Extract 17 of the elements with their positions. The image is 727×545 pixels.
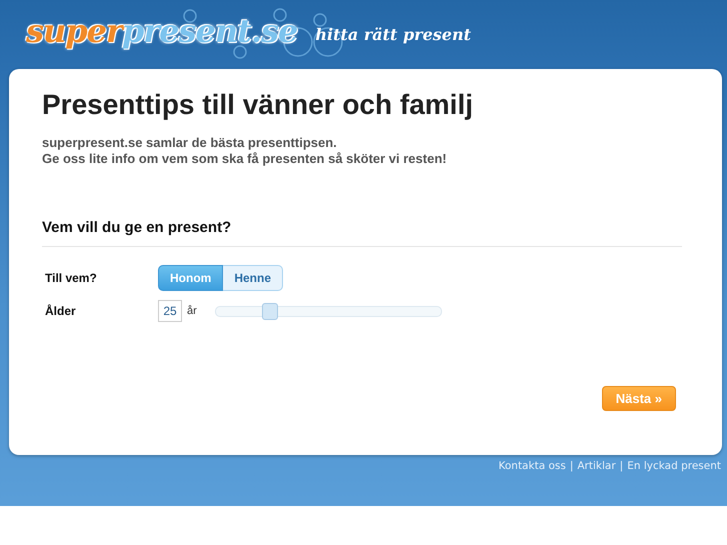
footer-link[interactable]: En lyckad present [627,460,721,472]
footer-link[interactable]: Artiklar [577,460,616,472]
unit-label: år [187,305,197,317]
page-title: Presenttips till vänner och familj [42,89,474,121]
intro-text: superpresent.se samlar de bästa presenttipsen. [42,135,338,151]
slider-handle[interactable] [262,302,278,320]
site-logo[interactable]: superpresent.se [26,12,298,50]
section-title: Vem vill du ge en present? [42,219,682,247]
gender-toggle[interactable]: Henne [223,265,284,291]
field-label: Till vem? [45,271,98,285]
next-button[interactable]: Nästa » [602,386,676,411]
field-label: Ålder [45,304,77,318]
age-field[interactable]: 25 [158,300,182,322]
footer-link[interactable]: Kontakta oss [498,460,566,472]
tagline: hitta rätt present [315,25,471,44]
intro-text: Ge oss lite info om vem som ska få presenten så sköter vi resten! [42,151,448,167]
gender-toggle[interactable]: Honom [158,265,224,291]
